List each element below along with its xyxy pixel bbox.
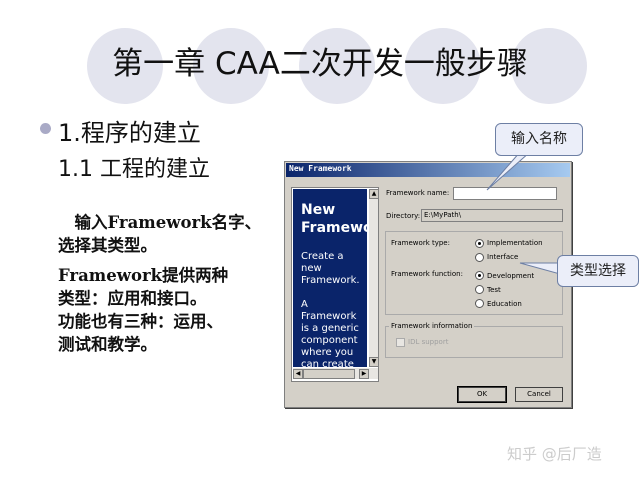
radio-development[interactable]: [475, 271, 484, 280]
section-heading: 1.程序的建立: [58, 119, 201, 147]
vertical-scrollbar[interactable]: ▲ ▼: [369, 189, 378, 367]
cancel-button[interactable]: Cancel: [515, 387, 563, 402]
side-panel-content: New Framewo Create a new Framework. A Fr…: [293, 189, 367, 367]
new-framework-dialog: New Framework New Framewo Create a new F…: [284, 161, 572, 408]
framework-name-input[interactable]: [453, 187, 557, 200]
horizontal-scrollbar[interactable]: ◀ ▶: [293, 368, 378, 379]
radio-test[interactable]: [475, 285, 484, 294]
ok-button[interactable]: OK: [457, 386, 507, 403]
option-implementation-label: Implementation: [487, 239, 543, 247]
side-panel-text: Create a new Framework. A Framework is a…: [301, 251, 360, 367]
scroll-down-icon[interactable]: ▼: [369, 357, 378, 367]
framework-function-label: Framework function:: [391, 270, 463, 278]
radio-education[interactable]: [475, 299, 484, 308]
directory-field[interactable]: E:\MyPath\: [421, 209, 563, 222]
subsection-heading: 1.1 工程的建立: [58, 157, 210, 182]
directory-label: Directory:: [386, 212, 421, 220]
callout-type-select: 类型选择: [557, 255, 639, 287]
paragraph-line: 选择其类型。: [58, 236, 157, 255]
watermark: 知乎 @后厂造: [507, 445, 602, 463]
scroll-up-icon[interactable]: ▲: [369, 189, 378, 199]
paragraph-line: 类型：应用和接口。: [58, 289, 207, 308]
scroll-left-icon[interactable]: ◀: [293, 369, 303, 379]
radio-interface[interactable]: [475, 253, 484, 262]
bullet-icon: [40, 123, 51, 134]
scroll-right-icon[interactable]: ▶: [359, 369, 369, 379]
framework-name-label: Framework name:: [386, 189, 450, 197]
option-test-label: Test: [487, 286, 501, 294]
framework-type-label: Framework type:: [391, 239, 450, 247]
paragraph-line: 功能也有三种：运用、: [58, 312, 223, 331]
paragraph-line: 测试和教学。: [58, 335, 157, 354]
scroll-thumb[interactable]: [303, 369, 355, 379]
radio-implementation[interactable]: [475, 239, 484, 248]
idl-support-checkbox[interactable]: [396, 338, 405, 347]
option-interface-label: Interface: [487, 253, 519, 261]
paragraph-line: Framework提供两种: [58, 266, 229, 285]
paragraph-1: 输入Framework名字、 选择其类型。: [58, 211, 273, 257]
option-development-label: Development: [487, 272, 535, 280]
callout-name-input: 输入名称: [495, 123, 583, 156]
paragraph-line: 输入Framework名字、: [58, 213, 262, 232]
slide-title: 第一章 CAA二次开发一般步骤: [112, 46, 528, 82]
side-panel: New Framewo Create a new Framework. A Fr…: [291, 187, 379, 382]
dialog-title-bar[interactable]: New Framework: [286, 163, 570, 177]
dialog-title: New Framework: [289, 164, 352, 173]
side-panel-title: New Framewo: [301, 202, 367, 236]
paragraph-2: Framework提供两种 类型：应用和接口。 功能也有三种：运用、 测试和教学…: [58, 264, 273, 356]
option-education-label: Education: [487, 300, 522, 308]
idl-support-label: IDL support: [408, 338, 449, 346]
framework-information-label: Framework information: [389, 322, 475, 330]
